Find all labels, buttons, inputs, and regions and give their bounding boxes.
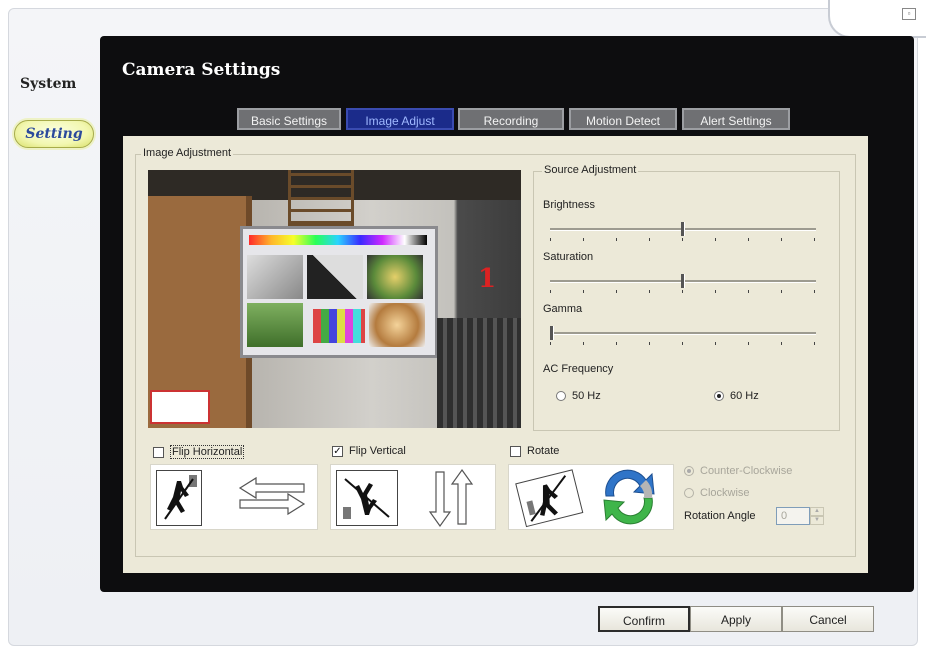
skier-thumbnail-icon (156, 470, 202, 526)
preview-sign (150, 390, 210, 424)
gamma-label: Gamma (543, 303, 583, 315)
radio-50hz[interactable]: 50 Hz (556, 390, 601, 402)
color-checker (313, 309, 365, 343)
confirm-button[interactable]: Confirm (598, 606, 690, 632)
radio-50hz-indicator[interactable] (556, 391, 566, 401)
color-strip (249, 235, 427, 245)
sidebar-item-system[interactable]: System (20, 76, 76, 92)
window-corner: ▫ (828, 0, 926, 38)
image-adjustment-label: Image Adjustment (141, 147, 234, 159)
brightness-label: Brightness (543, 199, 595, 211)
tab-alert-settings[interactable]: Alert Settings (682, 108, 790, 130)
spin-up-icon[interactable]: ▲ (810, 507, 824, 516)
rotation-angle-stepper[interactable]: 0 ▲ ▼ (776, 507, 826, 525)
camera-preview: 1 (148, 170, 521, 428)
rotation-angle-input[interactable]: 0 (776, 507, 810, 525)
preview-test-chart (240, 226, 438, 358)
radio-counter-clockwise[interactable]: Counter-Clockwise (684, 465, 792, 477)
flip-vertical-box[interactable]: ✓ (332, 445, 343, 457)
brightness-thumb[interactable] (681, 222, 685, 236)
rotate-checkbox[interactable]: Rotate (510, 445, 559, 457)
tab-basic-settings[interactable]: Basic Settings (237, 108, 341, 130)
tab-recording[interactable]: Recording (458, 108, 564, 130)
tab-motion-detect[interactable]: Motion Detect (569, 108, 677, 130)
flip-horizontal-box[interactable] (153, 446, 164, 458)
rotate-box[interactable] (510, 445, 521, 457)
cancel-button[interactable]: Cancel (782, 606, 874, 632)
radio-60hz-indicator[interactable] (714, 391, 724, 401)
source-adjustment-label: Source Adjustment (542, 164, 639, 176)
skier-rotated-thumbnail-icon (515, 469, 584, 528)
restore-icon[interactable]: ▫ (902, 8, 916, 20)
radio-60hz[interactable]: 60 Hz (714, 390, 759, 402)
preview-shelf (288, 170, 354, 227)
gamma-thumb[interactable] (550, 326, 554, 340)
saturation-thumb[interactable] (681, 274, 685, 288)
flip-horizontal-checkbox[interactable]: Flip Horizontal (153, 445, 245, 459)
ac-frequency-label: AC Frequency (543, 363, 614, 375)
page-title: Camera Settings (122, 60, 281, 80)
rotation-angle-label: Rotation Angle (684, 510, 756, 522)
radio-clockwise[interactable]: Clockwise (684, 487, 750, 499)
spin-down-icon[interactable]: ▼ (810, 516, 824, 525)
skier-flipped-thumbnail-icon (336, 470, 398, 526)
saturation-label: Saturation (543, 251, 594, 263)
apply-button[interactable]: Apply (690, 606, 782, 632)
tab-image-adjust[interactable]: Image Adjust (346, 108, 454, 130)
brightness-slider[interactable] (550, 220, 816, 241)
vertical-arrows-icon (428, 468, 474, 528)
preview-curtain (437, 318, 521, 428)
flip-vertical-checkbox[interactable]: ✓ Flip Vertical (332, 445, 406, 457)
sidebar-item-setting[interactable]: Setting (14, 120, 94, 148)
gamma-slider[interactable] (550, 324, 816, 345)
rotate-arrows-icon (603, 469, 655, 525)
saturation-slider[interactable] (550, 272, 816, 293)
horizontal-arrows-icon (238, 476, 306, 516)
preview-overlay-number: 1 (478, 264, 497, 294)
